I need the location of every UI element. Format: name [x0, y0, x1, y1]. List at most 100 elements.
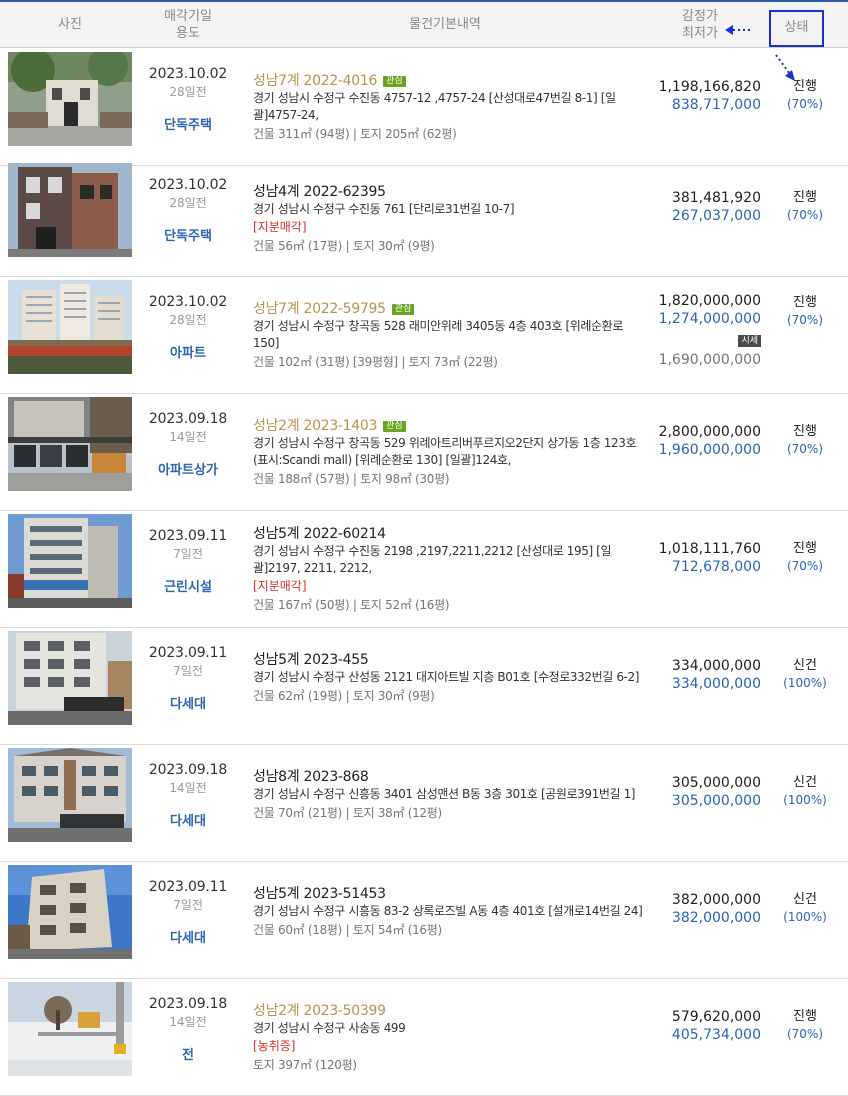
- status-cell: 신건 (100%): [770, 774, 840, 808]
- status-cell: 신건 (100%): [770, 891, 840, 925]
- status-badge: 진행: [793, 424, 817, 439]
- price-cell: 305,000,000 305,000,000: [620, 774, 761, 810]
- property-info: 성남4계 2022-62395 경기 성남시 수정구 수진동 761 [단리로3…: [253, 181, 648, 255]
- mansion-photo[interactable]: [8, 748, 132, 842]
- price-cell: 381,481,920 267,037,000: [620, 189, 761, 225]
- price-cell: 1,820,000,000 1,274,000,000 시세 1,690,000,…: [620, 292, 761, 369]
- usage-type[interactable]: 단독주택: [140, 114, 236, 133]
- appraisal-price: 579,620,000: [671, 1009, 761, 1025]
- minimum-price: 334,000,000: [671, 676, 761, 692]
- case-number-link[interactable]: 성남2계 2023-50399: [253, 1003, 386, 1019]
- auction-row[interactable]: 2023.09.18 14일전 다세대 성남8계 2023-868 경기 성남시…: [0, 744, 848, 862]
- property-info: 성남8계 2023-868 경기 성남시 수정구 신흥동 3401 삼성맨션 B…: [253, 766, 648, 822]
- case-number-link[interactable]: 성남4계 2022-62395: [253, 184, 386, 200]
- case-number-link[interactable]: 성남5계 2023-51453: [253, 886, 386, 902]
- auction-row[interactable]: 2023.09.18 14일전 아파트상가 성남2계 2023-1403 관심 경…: [0, 393, 848, 511]
- usage-type[interactable]: 근린시설: [140, 576, 236, 595]
- market-price-badge[interactable]: 시세: [738, 335, 761, 347]
- minimum-price: 267,037,000: [671, 208, 761, 224]
- case-number-link[interactable]: 성남5계 2022-60214: [253, 526, 386, 542]
- usage-type[interactable]: 아파트상가: [140, 459, 236, 478]
- status-ratio: (100%): [783, 676, 827, 690]
- auction-row[interactable]: 2023.10.02 28일전 아파트 성남7계 2022-59795 관심 경기…: [0, 276, 848, 394]
- apartment-photo[interactable]: [8, 280, 132, 374]
- arrow-left-icon: [725, 25, 750, 35]
- special-condition-tag: [지분매각]: [253, 220, 307, 234]
- favorite-badge[interactable]: 관심: [391, 304, 415, 315]
- status-ratio: (70%): [786, 559, 824, 573]
- villa-photo[interactable]: [8, 631, 132, 725]
- minimum-price: 382,000,000: [671, 910, 761, 926]
- status-ratio: (70%): [786, 313, 824, 327]
- days-ago: 7일전: [173, 547, 203, 561]
- date-usage-cell: 2023.10.02 28일전 단독주택: [140, 48, 236, 133]
- minimum-price: 712,678,000: [671, 559, 761, 575]
- favorite-badge[interactable]: 관심: [383, 76, 406, 87]
- property-info: 성남5계 2022-60214 경기 성남시 수정구 수진동 2198 ,219…: [253, 523, 648, 614]
- header-usage[interactable]: 용도: [148, 25, 228, 42]
- property-info: 성남7계 2022-4016 관심 경기 성남시 수정구 수진동 4757-12 …: [253, 70, 648, 143]
- appraisal-price: 2,800,000,000: [658, 424, 761, 440]
- property-address: 경기 성남시 수정구 시흥동 83-2 상록로즈빌 A동 4층 401호 [설개…: [253, 904, 643, 918]
- property-info: 성남2계 2023-1403 관심 경기 성남시 수정구 창곡동 529 위례아트…: [253, 415, 648, 488]
- date-usage-cell: 2023.10.02 28일전 단독주택: [140, 159, 236, 244]
- case-number-link[interactable]: 성남8계 2023-868: [253, 769, 369, 785]
- property-info: 성남5계 2023-51453 경기 성남시 수정구 시흥동 83-2 상록로즈…: [253, 883, 648, 939]
- status-ratio: (70%): [786, 97, 824, 111]
- usage-type[interactable]: 아파트: [140, 342, 236, 361]
- auction-date: 2023.09.18: [148, 411, 228, 427]
- header-status[interactable]: 상태: [769, 10, 824, 47]
- shop-street-photo[interactable]: [8, 397, 132, 491]
- usage-type[interactable]: 다세대: [140, 693, 236, 712]
- auction-row[interactable]: 2023.09.11 7일전 다세대 성남5계 2023-51453 경기 성남…: [0, 861, 848, 979]
- property-info: 성남5계 2023-455 경기 성남시 수정구 산성동 2121 대지아트빌 …: [253, 649, 648, 705]
- status-cell: 진행 (70%): [770, 1008, 840, 1042]
- status-badge: 진행: [793, 190, 817, 205]
- usage-type[interactable]: 다세대: [140, 810, 236, 829]
- usage-type[interactable]: 단독주택: [140, 225, 236, 244]
- minimum-price: 1,960,000,000: [658, 442, 761, 458]
- brick-building-photo[interactable]: [8, 163, 132, 257]
- auction-date: 2023.09.11: [148, 528, 228, 544]
- price-cell: 1,018,111,760 712,678,000: [620, 540, 761, 576]
- usage-type[interactable]: 전: [140, 1044, 236, 1063]
- status-badge: 신건: [793, 775, 817, 790]
- auction-row[interactable]: 2023.09.11 7일전 근린시설 성남5계 2022-60214 경기 성…: [0, 510, 848, 628]
- days-ago: 28일전: [169, 313, 207, 327]
- case-number-link[interactable]: 성남2계 2023-1403: [253, 418, 377, 434]
- header-date[interactable]: 매각기일: [148, 8, 228, 25]
- case-number-link[interactable]: 성남5계 2023-455: [253, 652, 369, 668]
- auction-row[interactable]: 2023.09.18 14일전 전 성남2계 2023-50399 경기 성남시…: [0, 978, 848, 1096]
- property-info: 성남7계 2022-59795 관심 경기 성남시 수정구 창곡동 528 래미안…: [253, 298, 648, 371]
- property-area: 건물 102㎡ (31평) [39평형] | 토지 73㎡ (22평): [253, 355, 498, 369]
- price-cell: 382,000,000 382,000,000: [620, 891, 761, 927]
- special-condition-tag: [지분매각]: [253, 579, 307, 593]
- auction-row[interactable]: 2023.09.11 7일전 다세대 성남5계 2023-455 경기 성남시 …: [0, 627, 848, 745]
- property-address: 경기 성남시 수정구 사송동 499: [253, 1021, 406, 1035]
- property-area: 건물 56㎡ (17평) | 토지 30㎡ (9평): [253, 239, 435, 253]
- header-info: 물건기본내역: [409, 17, 481, 32]
- commercial-building-photo[interactable]: [8, 514, 132, 608]
- status-cell: 진행 (70%): [770, 78, 840, 112]
- house-photo[interactable]: [8, 52, 132, 146]
- usage-type[interactable]: 다세대: [140, 927, 236, 946]
- header-photo: 사진: [58, 17, 82, 32]
- status-ratio: (70%): [786, 442, 824, 456]
- auction-row[interactable]: 2023.10.02 28일전 단독주택 성남7계 2022-4016 관심 경기…: [0, 48, 848, 166]
- villa-sky-photo[interactable]: [8, 865, 132, 959]
- minimum-price: 405,734,000: [671, 1027, 761, 1043]
- favorite-badge[interactable]: 관심: [383, 421, 406, 432]
- date-usage-cell: 2023.09.11 7일전 근린시설: [140, 510, 236, 595]
- case-number-link[interactable]: 성남7계 2022-4016: [253, 73, 377, 89]
- property-address: 경기 성남시 수정구 창곡동 529 위례아트리버푸르지오2단지 상가동 1층 …: [253, 436, 637, 467]
- status-cell: 진행 (70%): [770, 294, 840, 328]
- auction-date: 2023.09.18: [148, 996, 228, 1012]
- property-area: 건물 167㎡ (50평) | 토지 52㎡ (16평): [253, 598, 450, 612]
- price-cell: 2,800,000,000 1,960,000,000: [620, 423, 761, 459]
- property-address: 경기 성남시 수정구 신흥동 3401 삼성맨션 B동 3층 301호 [공원로…: [253, 787, 636, 801]
- snow-field-photo[interactable]: [8, 982, 132, 1076]
- status-badge: 진행: [793, 1009, 817, 1024]
- auction-row[interactable]: 2023.10.02 28일전 단독주택 성남4계 2022-62395 경기 …: [0, 159, 848, 277]
- status-badge: 신건: [793, 658, 817, 673]
- case-number-link[interactable]: 성남7계 2022-59795: [253, 301, 386, 317]
